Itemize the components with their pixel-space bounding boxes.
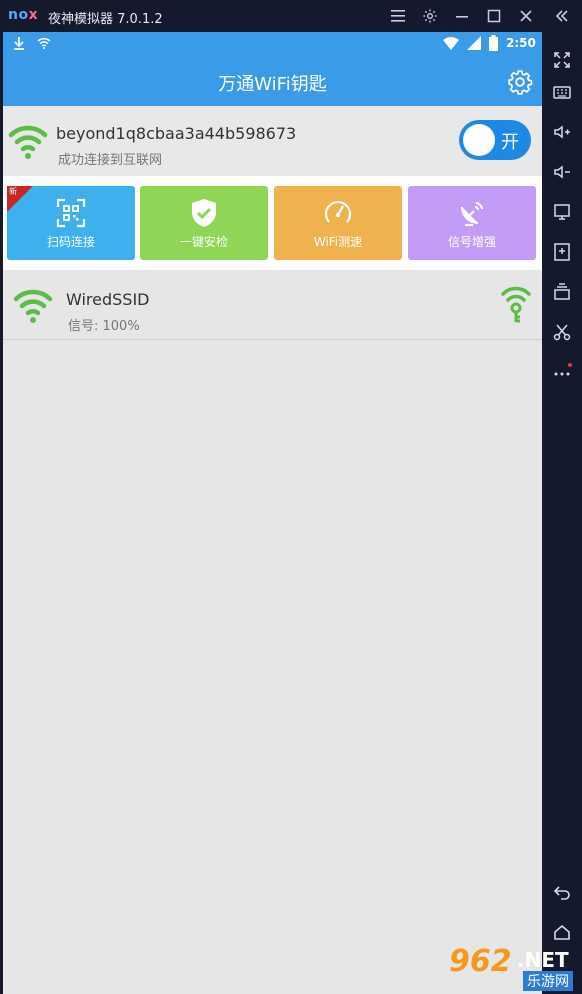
apk-install-icon[interactable] — [550, 240, 574, 264]
watermark-suffix: .NET — [517, 948, 569, 972]
cell-signal-icon — [467, 36, 481, 53]
qr-scan-icon — [7, 198, 135, 228]
connected-network[interactable]: beyond1q8cbaa3a44b598673 成功连接到互联网 开 — [3, 106, 542, 176]
status-bar: 2:50 — [3, 32, 542, 56]
wifi-icon — [13, 286, 53, 328]
network-signal: 信号: 100% — [68, 319, 140, 334]
emulator-titlebar: nox 夜神模拟器 7.0.1.2 — [0, 0, 582, 32]
list-item[interactable]: WiredSSID 信号: 100% — [3, 270, 542, 340]
connection-status: 成功连接到互联网 — [58, 153, 163, 168]
watermark-sub: 乐游网 — [523, 971, 573, 991]
home-icon[interactable] — [550, 920, 574, 944]
toggle-knob — [463, 124, 495, 156]
tile-label: 一键安检 — [179, 235, 228, 249]
wifi-icon — [8, 122, 48, 164]
watermark-main: 962 — [449, 944, 512, 979]
app-title: 万通WiFi钥匙 — [218, 74, 327, 95]
battery-icon — [489, 35, 498, 54]
volume-down-icon[interactable] — [550, 160, 574, 184]
multi-window-icon[interactable] — [550, 280, 574, 304]
settings-button[interactable] — [506, 68, 534, 96]
speedometer-icon — [274, 198, 402, 228]
new-badge-text: 新 — [9, 187, 17, 196]
toggle-label: 开 — [501, 132, 519, 153]
wifi-signal-icon — [443, 37, 459, 53]
collapse-sidebar-icon[interactable] — [552, 6, 572, 26]
tile-label: 信号增强 — [447, 235, 496, 249]
status-time: 2:50 — [506, 36, 536, 50]
minimize-icon[interactable] — [452, 6, 472, 26]
site-watermark: 962 .NET 乐游网 — [445, 944, 582, 992]
keyboard-icon[interactable] — [550, 80, 574, 104]
fullscreen-icon[interactable] — [550, 48, 574, 72]
app-bar: 万通WiFi钥匙 — [3, 56, 542, 106]
satellite-dish-icon — [408, 198, 536, 228]
screen-icon[interactable] — [550, 200, 574, 224]
download-icon — [13, 36, 25, 53]
gear-icon — [508, 70, 533, 95]
gear-icon[interactable] — [420, 6, 440, 26]
wifi-toggle[interactable]: 开 — [459, 120, 531, 160]
android-screen: 2:50 万通WiFi钥匙 beyond1q8cbaa3a44b598673 成… — [3, 32, 542, 994]
tile-signal-boost[interactable]: 信号增强 — [408, 186, 536, 260]
nox-logo: nox — [8, 7, 39, 23]
emulator-title: 夜神模拟器 7.0.1.2 — [48, 12, 163, 27]
shield-check-icon — [140, 198, 268, 228]
emulator-toolbar — [542, 32, 582, 994]
close-icon[interactable] — [516, 6, 536, 26]
tile-qr-connect[interactable]: 新 扫码连接 — [7, 186, 135, 260]
feature-tiles: 新 扫码连接 一键安检 WiFi测速 信号增强 — [3, 176, 542, 270]
maximize-icon[interactable] — [484, 6, 504, 26]
tile-label: WiFi测速 — [313, 235, 363, 249]
tile-label: 扫码连接 — [46, 235, 95, 249]
wifi-status-icon — [37, 37, 51, 52]
more-icon[interactable] — [550, 360, 574, 384]
network-name: WiredSSID — [66, 290, 150, 309]
volume-up-icon[interactable] — [550, 120, 574, 144]
menu-icon[interactable] — [388, 6, 408, 26]
back-icon[interactable] — [550, 880, 574, 904]
scissors-icon[interactable] — [550, 320, 574, 344]
tile-speed-test[interactable]: WiFi测速 — [274, 186, 402, 260]
tile-security-check[interactable]: 一键安检 — [140, 186, 268, 260]
wifi-key-icon[interactable] — [500, 286, 532, 328]
connected-ssid: beyond1q8cbaa3a44b598673 — [56, 124, 297, 143]
